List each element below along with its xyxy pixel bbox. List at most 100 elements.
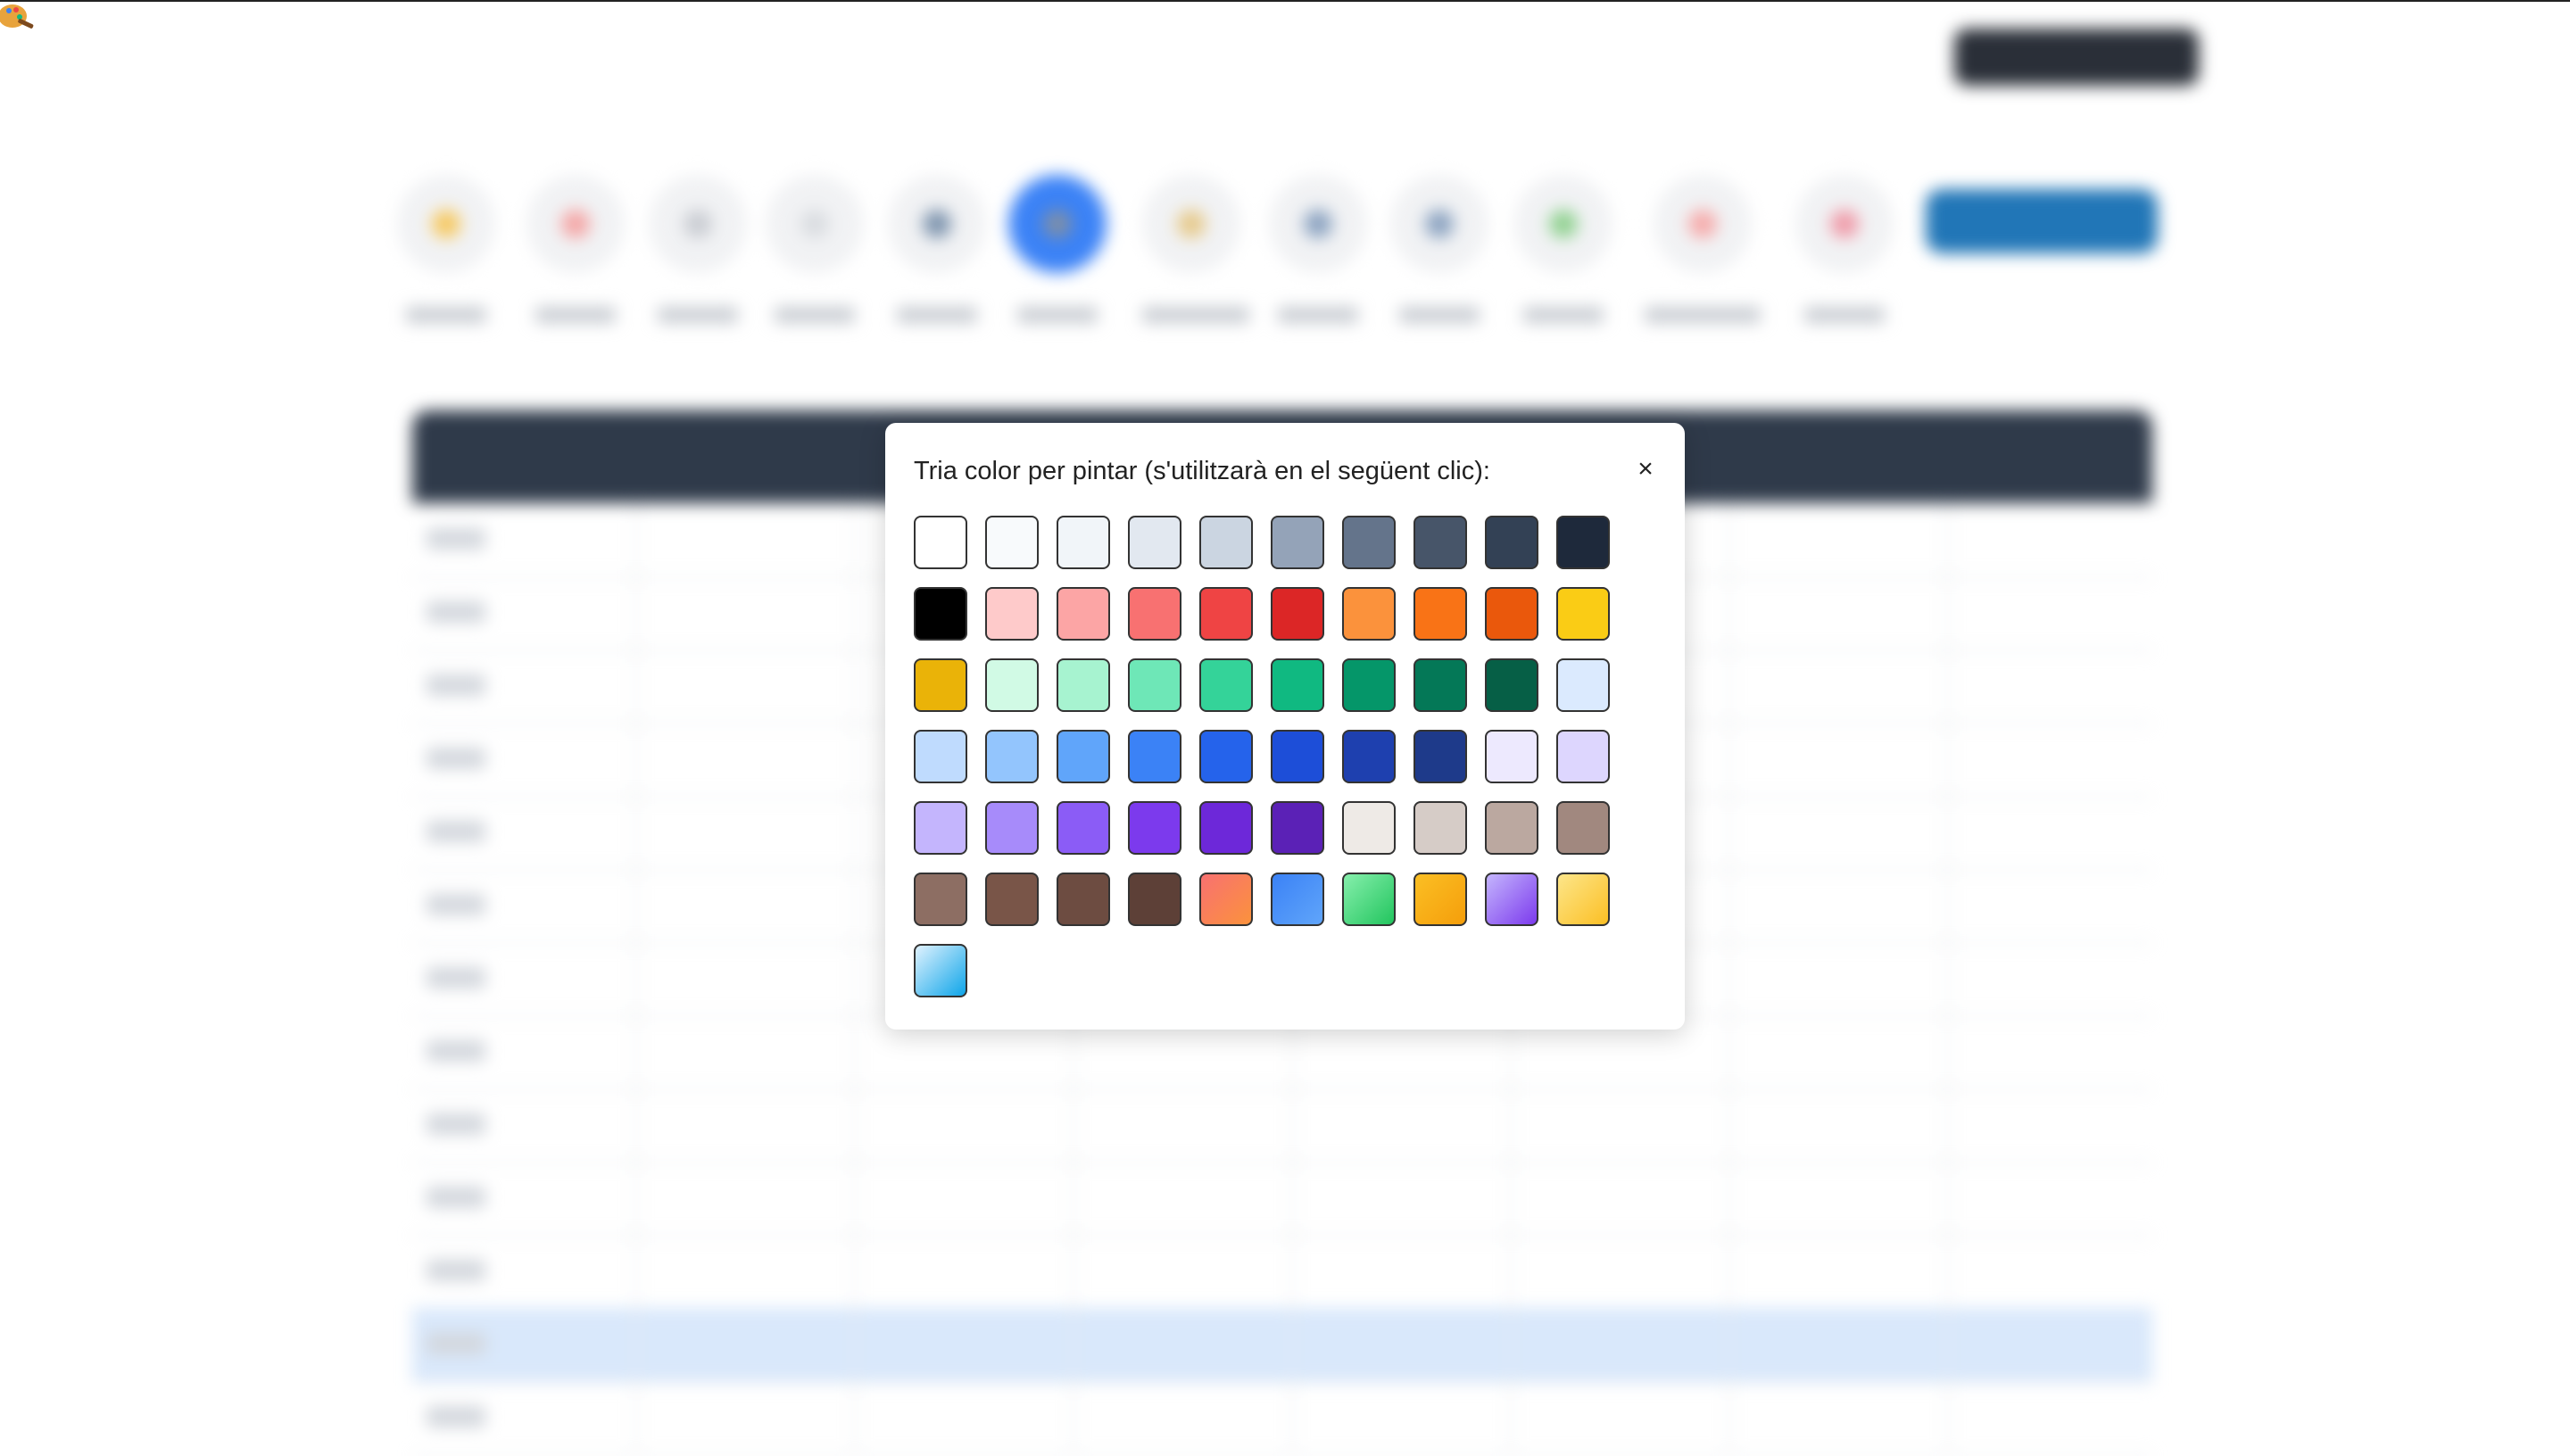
color-swatch[interactable] <box>1128 873 1181 926</box>
color-swatch[interactable] <box>1057 801 1110 855</box>
tool-label <box>535 307 616 323</box>
tool-button <box>1654 175 1752 273</box>
color-swatch[interactable] <box>914 801 967 855</box>
color-swatch[interactable] <box>1414 658 1467 712</box>
color-swatch[interactable] <box>1342 730 1396 783</box>
tool-button <box>1142 175 1240 273</box>
color-swatch[interactable] <box>1485 658 1538 712</box>
table-row <box>412 1088 2152 1163</box>
tool-label <box>406 307 486 323</box>
tool-label <box>897 307 977 323</box>
table-row-highlighted <box>412 1308 2152 1383</box>
tool-label <box>1645 307 1761 323</box>
tool-button <box>397 175 495 273</box>
color-swatch[interactable] <box>1556 801 1610 855</box>
color-swatch[interactable] <box>985 873 1039 926</box>
tool-button <box>526 175 625 273</box>
tool-button <box>1795 175 1894 273</box>
tool-button <box>766 175 864 273</box>
color-swatch[interactable] <box>1556 587 1610 641</box>
color-swatch[interactable] <box>1128 658 1181 712</box>
color-swatch[interactable] <box>1199 658 1253 712</box>
color-swatch[interactable] <box>1556 516 1610 569</box>
color-swatch[interactable] <box>1128 516 1181 569</box>
color-swatch[interactable] <box>1414 730 1467 783</box>
color-swatch[interactable] <box>1556 873 1610 926</box>
table-row <box>412 1235 2152 1310</box>
tool-button <box>649 175 747 273</box>
color-swatch[interactable] <box>1057 658 1110 712</box>
color-swatch[interactable] <box>1342 873 1396 926</box>
color-swatch[interactable] <box>1057 730 1110 783</box>
color-swatch[interactable] <box>1199 516 1253 569</box>
color-swatch[interactable] <box>1271 873 1324 926</box>
tool-button <box>1390 175 1488 273</box>
column-divider <box>1947 503 1949 1451</box>
color-swatch[interactable] <box>1485 730 1538 783</box>
color-swatch[interactable] <box>1199 730 1253 783</box>
color-swatch[interactable] <box>914 516 967 569</box>
color-swatch[interactable] <box>1271 658 1324 712</box>
color-swatch[interactable] <box>1414 873 1467 926</box>
tool-label <box>1142 307 1249 323</box>
color-swatch[interactable] <box>1556 730 1610 783</box>
color-swatch[interactable] <box>1556 658 1610 712</box>
color-swatch[interactable] <box>1271 516 1324 569</box>
color-swatch[interactable] <box>1199 587 1253 641</box>
table-row <box>412 1381 2152 1456</box>
color-swatch[interactable] <box>1057 873 1110 926</box>
tool-label <box>1017 307 1098 323</box>
color-swatch[interactable] <box>1271 587 1324 641</box>
color-swatch[interactable] <box>1128 587 1181 641</box>
color-picker-modal: Tria color per pintar (s'utilitzarà en e… <box>885 423 1685 1030</box>
table-row <box>412 1162 2152 1237</box>
color-swatch[interactable] <box>1485 801 1538 855</box>
color-swatch[interactable] <box>1128 801 1181 855</box>
column-divider <box>854 503 856 1451</box>
palette-logo-icon <box>0 4 34 29</box>
tool-label <box>1278 307 1358 323</box>
color-swatch[interactable] <box>1128 730 1181 783</box>
tool-label <box>658 307 738 323</box>
color-swatch[interactable] <box>1271 801 1324 855</box>
color-swatch[interactable] <box>1414 516 1467 569</box>
color-swatch[interactable] <box>1199 873 1253 926</box>
color-swatch[interactable] <box>985 730 1039 783</box>
color-swatch[interactable] <box>1485 587 1538 641</box>
color-swatch[interactable] <box>985 801 1039 855</box>
tool-label <box>775 307 855 323</box>
column-divider <box>635 503 637 1451</box>
color-swatch[interactable] <box>1414 801 1467 855</box>
color-swatch[interactable] <box>985 587 1039 641</box>
tool-button <box>1269 175 1367 273</box>
modal-title: Tria color per pintar (s'utilitzarà en e… <box>914 457 1490 485</box>
color-swatch[interactable] <box>1342 587 1396 641</box>
color-swatch[interactable] <box>1342 516 1396 569</box>
color-swatch[interactable] <box>1485 873 1538 926</box>
tool-button-active <box>1008 175 1107 273</box>
tool-button <box>1514 175 1612 273</box>
color-swatch[interactable] <box>1057 587 1110 641</box>
tool-label <box>1804 307 1885 323</box>
top-toolbar-button <box>1954 29 2199 86</box>
color-swatch[interactable] <box>1342 658 1396 712</box>
color-swatch[interactable] <box>914 658 967 712</box>
column-divider <box>1729 503 1730 1451</box>
color-swatch[interactable] <box>914 587 967 641</box>
color-swatch[interactable] <box>1485 516 1538 569</box>
color-swatch[interactable] <box>914 873 967 926</box>
color-swatch[interactable] <box>914 730 967 783</box>
color-swatch[interactable] <box>985 516 1039 569</box>
tool-button <box>888 175 986 273</box>
color-swatch[interactable] <box>985 658 1039 712</box>
primary-action-button <box>1926 189 2158 253</box>
tool-label <box>1523 307 1604 323</box>
color-swatch[interactable] <box>914 944 967 997</box>
color-swatch[interactable] <box>1271 730 1324 783</box>
color-swatch[interactable] <box>1199 801 1253 855</box>
color-swatch[interactable] <box>1414 587 1467 641</box>
color-swatch[interactable] <box>1057 516 1110 569</box>
close-button[interactable]: × <box>1626 450 1665 489</box>
color-swatch[interactable] <box>1342 801 1396 855</box>
tool-label <box>1399 307 1480 323</box>
